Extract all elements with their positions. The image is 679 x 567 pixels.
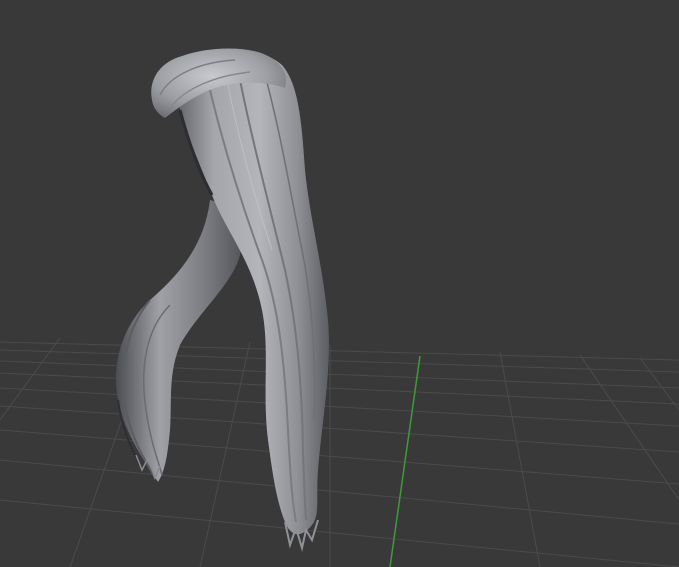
floor-grid bbox=[0, 337, 679, 567]
viewport-canvas[interactable] bbox=[0, 0, 679, 567]
3d-viewport[interactable] bbox=[0, 0, 679, 567]
hair-model[interactable] bbox=[115, 48, 329, 552]
